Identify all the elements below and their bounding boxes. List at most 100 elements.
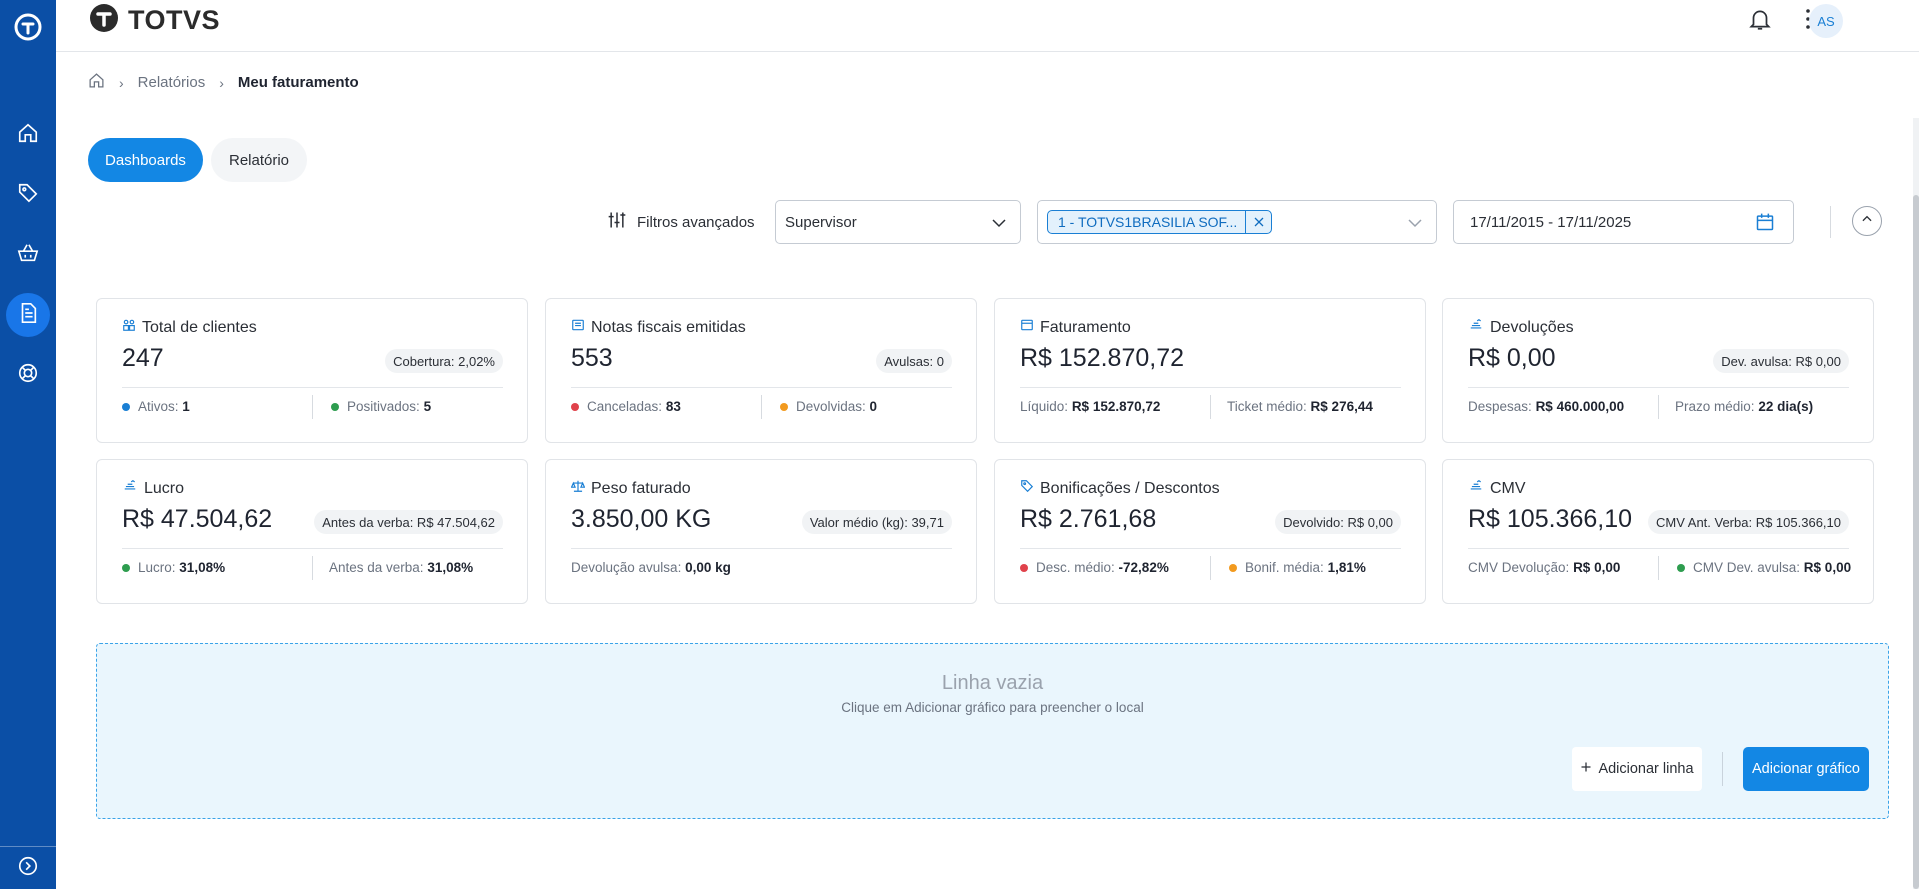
footer-metric-text: Lucro: 31,08% <box>138 560 225 575</box>
collapse-filters-button[interactable] <box>1852 206 1882 236</box>
tag-icon <box>17 182 39 209</box>
footer-metric-text: Prazo médio: 22 dia(s) <box>1675 399 1813 414</box>
footer-metric-label: Líquido: <box>1020 399 1069 414</box>
sidebar-item-home[interactable] <box>6 113 50 157</box>
add-chart-button[interactable]: Adicionar gráfico <box>1743 747 1869 791</box>
tab-relatorio[interactable]: Relatório <box>211 138 307 182</box>
card-divider <box>122 548 503 549</box>
card-title: CMV <box>1468 479 1526 498</box>
footer-metric-value: 22 dia(s) <box>1758 399 1814 414</box>
footer-metric-label: Ativos: <box>138 399 179 414</box>
date-range-value: 17/11/2015 - 17/11/2025 <box>1470 213 1632 231</box>
sidebar-item-basket[interactable] <box>6 233 50 277</box>
discount-tag-icon <box>1020 479 1034 498</box>
card-title-text: Notas fiscais emitidas <box>591 318 746 336</box>
card-title-text: Lucro <box>144 479 185 497</box>
footer-metric-value: 0 <box>869 399 878 414</box>
top-header: TOTVS AS <box>56 0 1919 52</box>
scale-icon <box>570 479 586 498</box>
footer-divider <box>312 556 313 580</box>
card-footer-metric: Bonif. média: 1,81% <box>1229 560 1366 575</box>
card-title-text: Faturamento <box>1040 318 1131 336</box>
add-row-button[interactable]: Adicionar linha <box>1572 747 1702 791</box>
empty-row-title: Linha vazia <box>941 672 1044 694</box>
sidebar-expand-button[interactable] <box>0 846 56 889</box>
footer-metric-label: Despesas: <box>1468 399 1532 414</box>
brand-logo[interactable]: TOTVS <box>88 2 220 39</box>
card-title: Devoluções <box>1468 318 1574 337</box>
totvs-logo-icon[interactable] <box>10 9 46 45</box>
card-badge: Valor médio (kg): 39,71 <box>801 510 952 534</box>
basket-icon <box>17 242 39 269</box>
footer-metric-value: R$ 152.870,72 <box>1071 399 1161 414</box>
footer-divider <box>761 395 762 419</box>
notifications-button[interactable] <box>1744 5 1776 37</box>
card-title-text: Bonificações / Descontos <box>1040 479 1220 497</box>
invoice-icon <box>571 318 585 337</box>
breadcrumb-item-relatorios[interactable]: Relatórios <box>138 74 206 91</box>
card-footer-metric: Despesas: R$ 460.000,00 <box>1468 399 1624 414</box>
advanced-filters-label: Filtros avançados <box>637 213 755 231</box>
sidebar-item-reports[interactable] <box>6 293 50 337</box>
footer-metric-label: Ticket médio: <box>1227 399 1307 414</box>
card-divider <box>122 387 503 388</box>
footer-metric-label: CMV Devolução: <box>1468 560 1570 575</box>
card-badge: CMV Ant. Verba: R$ 105.366,10 <box>1647 510 1849 534</box>
user-avatar[interactable]: AS <box>1809 4 1843 38</box>
footer-metric-value: R$ 0,00 <box>1573 560 1621 575</box>
card-value: 247 <box>122 344 164 372</box>
card-footer-metric: Positivados: 5 <box>331 399 431 414</box>
kpi-card: Bonificações / Descontos R$ 2.761,68 Devol… <box>994 459 1426 604</box>
card-value: R$ 47.504,62 <box>122 505 273 533</box>
card-title-text: Peso faturado <box>591 479 691 497</box>
sidebar-item-tags[interactable] <box>6 173 50 217</box>
footer-metric-value: R$ 0,00 <box>1803 560 1852 575</box>
remove-chip-button[interactable] <box>1245 211 1271 233</box>
card-value: R$ 2.761,68 <box>1020 505 1157 533</box>
breadcrumb: › Relatórios › Meu faturamento <box>88 72 359 93</box>
card-footer-metric: Lucro: 31,08% <box>122 560 225 575</box>
tab-dashboards[interactable]: Dashboards <box>88 138 203 182</box>
group-by-select[interactable]: Supervisor <box>775 200 1021 244</box>
view-tabs: Dashboards Relatório <box>88 138 307 182</box>
card-footer-metric: Antes da verba: 31,08% <box>329 560 473 575</box>
footer-divider <box>1210 395 1211 419</box>
footer-metric-value: 31,08% <box>179 560 226 575</box>
advanced-filters-button[interactable]: Filtros avançados <box>607 210 755 234</box>
card-footer-metric: Devolvidas: 0 <box>780 399 877 414</box>
footer-metric-label: Antes da verba: <box>329 560 424 575</box>
card-title-text: Total de clientes <box>142 318 257 336</box>
chevron-down-icon <box>1406 214 1424 236</box>
sidebar-item-support[interactable] <box>6 353 50 397</box>
breadcrumb-home-icon[interactable] <box>88 72 105 93</box>
company-multiselect[interactable]: 1 - TOTVS1BRASILIA SOF... <box>1037 200 1437 244</box>
card-title: Lucro <box>122 479 184 498</box>
kpi-card: Peso faturado 3.850,00 KG Valor médio (kg)… <box>545 459 977 604</box>
footer-metric-value: R$ 276,44 <box>1310 399 1373 414</box>
footer-metric-text: Despesas: R$ 460.000,00 <box>1468 399 1624 414</box>
footer-metric-label: Desc. médio: <box>1036 560 1115 575</box>
footer-metric-text: Ticket médio: R$ 276,44 <box>1227 399 1373 414</box>
footer-metric-value: 0,00 kg <box>685 560 731 575</box>
clients-icon <box>122 318 136 337</box>
card-footer-metric: Ativos: 1 <box>122 399 190 414</box>
status-dot-icon <box>1229 563 1237 572</box>
calendar-icon[interactable] <box>1755 212 1775 236</box>
footer-metric-value: 1 <box>182 399 190 414</box>
card-footer-metric: Prazo médio: 22 dia(s) <box>1675 399 1813 414</box>
status-dot-icon <box>331 402 339 411</box>
footer-metric-label: Devolução avulsa: <box>571 560 682 575</box>
page-scrollbar-thumb[interactable] <box>1913 195 1919 889</box>
group-by-value: Supervisor <box>785 213 857 231</box>
empty-dashboard-row: Linha vazia Clique em Adicionar gráfico … <box>96 643 1889 819</box>
footer-metric-text: CMV Dev. avulsa: R$ 0,00 <box>1693 560 1851 575</box>
card-badge: Dev. avulsa: R$ 0,00 <box>1713 349 1849 373</box>
totvs-brand-icon <box>88 2 120 39</box>
close-icon <box>1254 217 1264 227</box>
sidebar <box>0 0 56 889</box>
card-divider <box>1020 548 1401 549</box>
status-dot-icon <box>571 402 579 411</box>
card-footer-metric: Devolução avulsa: 0,00 kg <box>571 560 731 575</box>
chevron-up-icon <box>1860 212 1874 231</box>
date-range-field[interactable]: 17/11/2015 - 17/11/2025 <box>1453 200 1794 244</box>
